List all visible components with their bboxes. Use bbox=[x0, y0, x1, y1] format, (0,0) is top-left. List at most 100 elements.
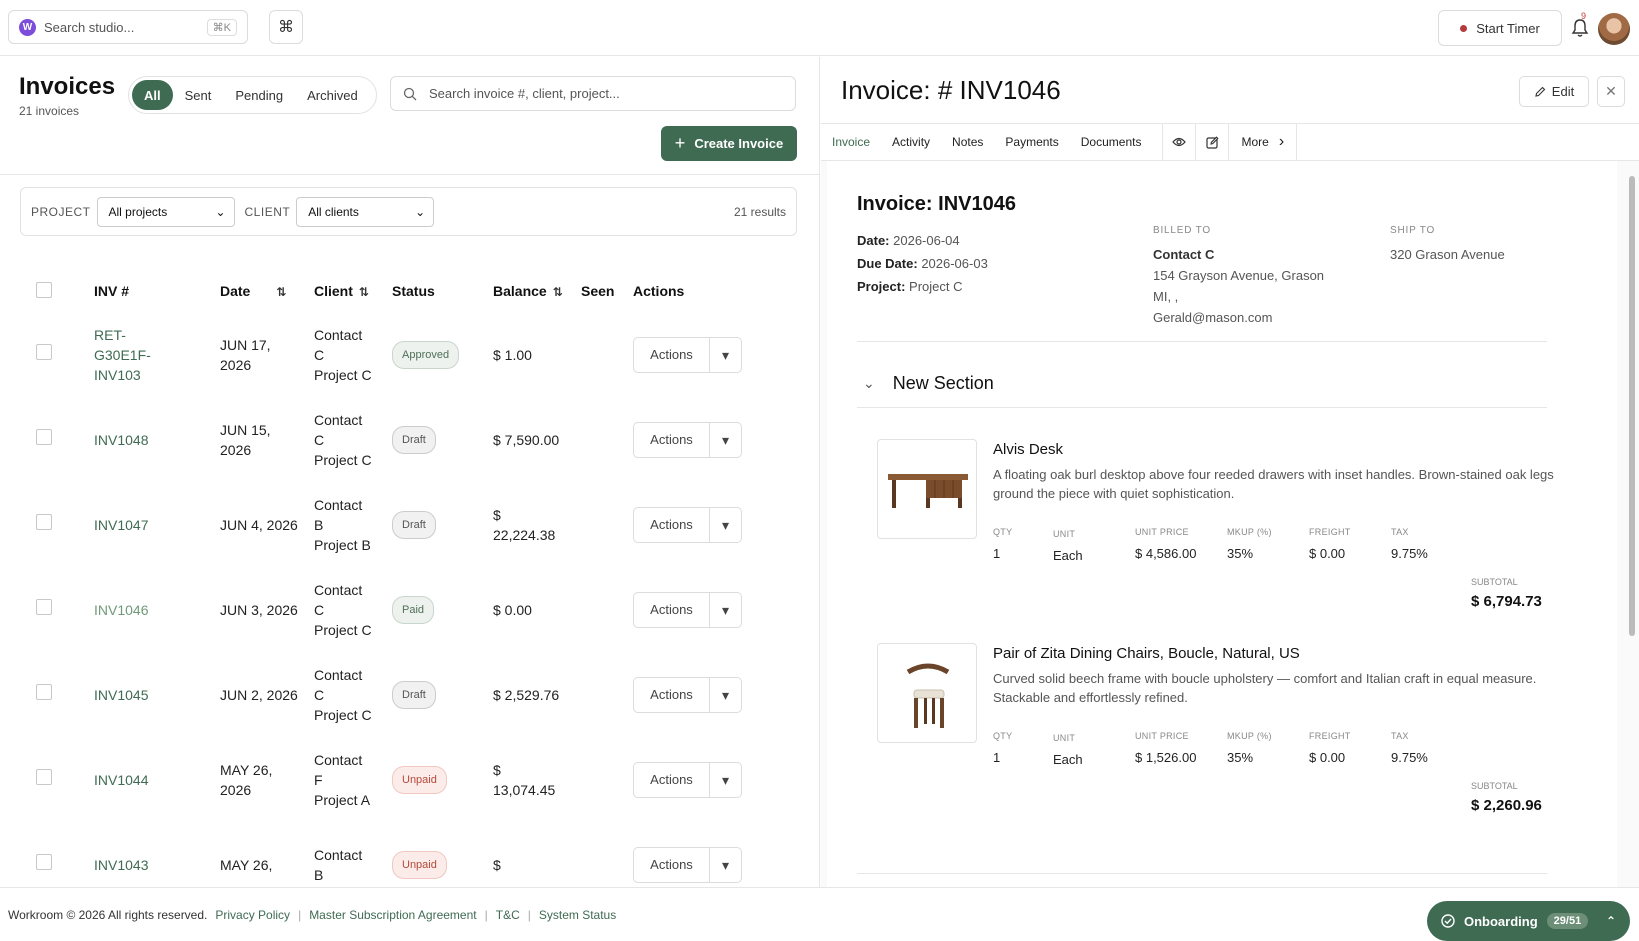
invoice-link[interactable]: INV1047 bbox=[94, 517, 148, 533]
col-inv[interactable]: INV # bbox=[94, 270, 220, 312]
ship-to-address: 320 Grason Avenue bbox=[1390, 247, 1505, 262]
edit-document-button[interactable] bbox=[1195, 123, 1228, 161]
invoice-link[interactable]: INV1045 bbox=[94, 687, 148, 703]
table-row[interactable]: INV1045 JUN 2, 2026 Contact C Project C D… bbox=[36, 652, 753, 737]
invoice-count: 21 invoices bbox=[19, 104, 80, 118]
tax-field: TAX 9.75% bbox=[1391, 731, 1428, 765]
separator: | bbox=[527, 907, 531, 922]
project-label: Project: bbox=[857, 279, 906, 294]
actions-button[interactable]: Actions bbox=[634, 592, 710, 627]
bell-icon[interactable] bbox=[1571, 18, 1589, 38]
studio-search[interactable]: W Search studio... ⌘K bbox=[8, 10, 248, 44]
col-date[interactable]: Date ⇅ bbox=[220, 270, 314, 312]
divider bbox=[0, 174, 819, 175]
unit-price-label: UNIT PRICE bbox=[1135, 527, 1189, 537]
actions-button[interactable]: Actions bbox=[634, 847, 710, 882]
segment-sent[interactable]: Sent bbox=[173, 80, 224, 110]
table-row[interactable]: INV1046 JUN 3, 2026 Contact C Project C P… bbox=[36, 567, 753, 652]
col-client[interactable]: Client ⇅ bbox=[314, 270, 392, 312]
actions-dropdown[interactable]: Actions ▾ bbox=[633, 676, 742, 713]
actions-button[interactable]: Actions bbox=[634, 677, 710, 712]
col-seen: Seen bbox=[581, 270, 633, 312]
command-menu-button[interactable]: ⌘ bbox=[269, 10, 303, 44]
section-header[interactable]: ⌄ New Section bbox=[863, 373, 994, 394]
tab-notes[interactable]: Notes bbox=[941, 123, 994, 161]
edit-button[interactable]: Edit bbox=[1519, 76, 1589, 107]
invoice-link[interactable]: INV1044 bbox=[94, 772, 148, 788]
invoice-search-input[interactable]: Search invoice #, client, project... bbox=[390, 76, 796, 111]
unit-field: UNIT Each bbox=[1053, 733, 1083, 767]
actions-dropdown[interactable]: Actions ▾ bbox=[633, 421, 742, 458]
chevron-down-icon[interactable]: ▾ bbox=[710, 423, 741, 457]
actions-button[interactable]: Actions bbox=[634, 507, 710, 542]
col-balance[interactable]: Balance ⇅ bbox=[493, 270, 581, 312]
actions-dropdown[interactable]: Actions ▾ bbox=[633, 336, 742, 373]
chevron-down-icon[interactable]: ▾ bbox=[710, 508, 741, 542]
detail-scrollbar[interactable] bbox=[1629, 176, 1635, 636]
invoice-link[interactable]: INV1048 bbox=[94, 432, 148, 448]
close-button[interactable]: ✕ bbox=[1597, 76, 1625, 107]
edit-square-icon bbox=[1206, 135, 1219, 149]
section-title: New Section bbox=[892, 373, 994, 393]
line-item: Alvis Desk A floating oak burl desktop a… bbox=[877, 439, 1577, 619]
table-row[interactable]: INV1044 MAY 26, 2026 Contact F Project A … bbox=[36, 737, 753, 822]
invoice-link[interactable]: INV1046 bbox=[94, 602, 148, 618]
table-row[interactable]: INV1043 MAY 26, Contact B Unpaid $ Actio… bbox=[36, 822, 753, 887]
actions-dropdown[interactable]: Actions ▾ bbox=[633, 506, 742, 543]
status-badge: Draft bbox=[392, 425, 436, 454]
segment-all[interactable]: All bbox=[132, 80, 173, 110]
tax-value: 9.75% bbox=[1391, 546, 1428, 561]
unit-field: UNIT Each bbox=[1053, 529, 1083, 563]
row-checkbox[interactable] bbox=[36, 514, 52, 530]
row-checkbox[interactable] bbox=[36, 599, 52, 615]
table-row[interactable]: RET-G30E1F-INV103 JUN 17, 2026 Contact C… bbox=[36, 312, 753, 397]
chevron-down-icon[interactable]: ▾ bbox=[710, 678, 741, 712]
chevron-down-icon[interactable]: ▾ bbox=[710, 338, 741, 372]
project-filter-value: All projects bbox=[108, 204, 168, 219]
project-filter-select[interactable]: All projects ⌄ bbox=[96, 196, 235, 227]
row-checkbox[interactable] bbox=[36, 684, 52, 700]
actions-button[interactable]: Actions bbox=[634, 762, 710, 797]
subscription-agreement-link[interactable]: Master Subscription Agreement bbox=[309, 908, 476, 922]
system-status-link[interactable]: System Status bbox=[539, 908, 616, 922]
due-date-label: Due Date: bbox=[857, 256, 918, 271]
start-timer-button[interactable]: Start Timer bbox=[1438, 10, 1562, 46]
user-avatar[interactable] bbox=[1598, 13, 1630, 45]
actions-button[interactable]: Actions bbox=[634, 337, 710, 372]
select-all-checkbox[interactable] bbox=[36, 281, 52, 298]
actions-button[interactable]: Actions bbox=[634, 422, 710, 457]
col-inv-label: INV # bbox=[94, 283, 130, 299]
more-tab[interactable]: More › bbox=[1228, 123, 1298, 161]
table-row[interactable]: INV1047 JUN 4, 2026 Contact B Project B D… bbox=[36, 482, 753, 567]
chevron-down-icon[interactable]: ▾ bbox=[710, 593, 741, 627]
tab-documents[interactable]: Documents bbox=[1070, 123, 1153, 161]
terms-link[interactable]: T&C bbox=[496, 908, 520, 922]
actions-dropdown[interactable]: Actions ▾ bbox=[633, 846, 742, 883]
row-checkbox[interactable] bbox=[36, 344, 52, 360]
invoice-table: INV # Date ⇅ Client ⇅ Status Balance ⇅ Seen… bbox=[36, 270, 753, 887]
balance-value: $ 0.00 bbox=[493, 601, 532, 618]
check-circle-icon bbox=[1441, 914, 1455, 928]
chevron-down-icon[interactable]: ▾ bbox=[710, 848, 741, 882]
tab-payments[interactable]: Payments bbox=[994, 123, 1069, 161]
row-checkbox[interactable] bbox=[36, 769, 52, 785]
onboarding-button[interactable]: Onboarding 29/51 ⌃ bbox=[1427, 901, 1630, 941]
client-filter-select[interactable]: All clients ⌄ bbox=[296, 196, 435, 227]
segment-pending[interactable]: Pending bbox=[223, 80, 295, 110]
invoice-link[interactable]: INV1043 bbox=[94, 857, 148, 873]
table-row[interactable]: INV1048 JUN 15, 2026 Contact C Project C … bbox=[36, 397, 753, 482]
chevron-down-icon[interactable]: ▾ bbox=[710, 763, 741, 797]
preview-button[interactable] bbox=[1162, 123, 1195, 161]
tab-activity[interactable]: Activity bbox=[881, 123, 941, 161]
actions-dropdown[interactable]: Actions ▾ bbox=[633, 591, 742, 628]
invoice-link[interactable]: RET-G30E1F-INV103 bbox=[94, 325, 174, 385]
tab-invoice[interactable]: Invoice bbox=[821, 123, 881, 161]
create-invoice-button[interactable]: + Create Invoice bbox=[661, 126, 797, 161]
row-checkbox[interactable] bbox=[36, 854, 52, 870]
privacy-policy-link[interactable]: Privacy Policy bbox=[215, 908, 290, 922]
studio-search-placeholder: Search studio... bbox=[44, 19, 135, 35]
segment-archived[interactable]: Archived bbox=[295, 80, 370, 110]
search-icon bbox=[403, 87, 417, 100]
row-checkbox[interactable] bbox=[36, 429, 52, 445]
actions-dropdown[interactable]: Actions ▾ bbox=[633, 761, 742, 798]
